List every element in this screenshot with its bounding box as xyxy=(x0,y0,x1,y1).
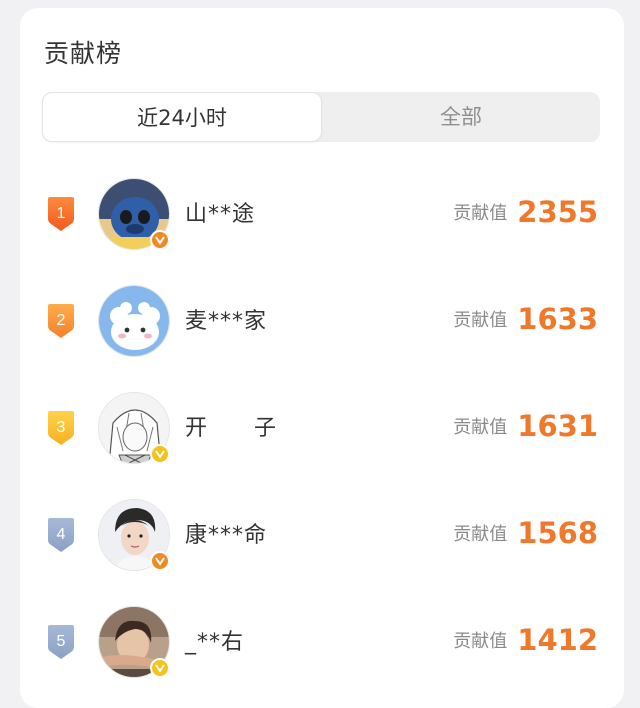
score-label: 贡献值 xyxy=(453,203,508,224)
score-value: 1633 xyxy=(517,302,598,336)
rank-badge-icon: 5 xyxy=(44,623,78,661)
rank-number: 3 xyxy=(57,419,66,436)
rank-number: 4 xyxy=(57,526,66,543)
rank-badge-icon: 2 xyxy=(44,302,78,340)
score-label: 贡献值 xyxy=(453,631,508,652)
rank-badge-icon: 4 xyxy=(44,516,78,554)
verified-badge-icon xyxy=(150,551,170,571)
score-value: 2355 xyxy=(517,195,598,229)
score-value: 1568 xyxy=(517,516,598,550)
rank-number: 5 xyxy=(57,633,66,650)
tab-bar: 近24小时 全部 xyxy=(42,92,600,142)
tab-all[interactable]: 全部 xyxy=(322,92,600,142)
contribution-card: 贡献榜 近24小时 全部 1 山**途 贡献值 2355 2 麦***家 贡献值… xyxy=(20,8,624,708)
score-label: 贡献值 xyxy=(453,524,508,545)
score: 贡献值 2355 xyxy=(453,192,598,232)
list-item[interactable]: 3 开 子 贡献值 1631 xyxy=(20,376,624,476)
avatar[interactable] xyxy=(98,499,170,571)
score-label: 贡献值 xyxy=(453,310,508,331)
verified-badge-icon xyxy=(150,230,170,250)
list-item[interactable]: 2 麦***家 贡献值 1633 xyxy=(20,269,624,369)
score-value: 1631 xyxy=(517,409,598,443)
list-item[interactable]: 1 山**途 贡献值 2355 xyxy=(20,162,624,262)
user-name[interactable]: 康***命 xyxy=(185,517,267,549)
user-name[interactable]: 山**途 xyxy=(185,196,255,228)
score: 贡献值 1568 xyxy=(453,513,598,553)
avatar[interactable] xyxy=(98,606,170,678)
verified-badge-icon xyxy=(150,658,170,678)
score: 贡献值 1633 xyxy=(453,299,598,339)
list-item[interactable]: 4 康***命 贡献值 1568 xyxy=(20,483,624,583)
rank-number: 2 xyxy=(57,312,66,329)
rank-badge-icon: 3 xyxy=(44,409,78,447)
page-title: 贡献榜 xyxy=(44,39,123,68)
avatar[interactable] xyxy=(98,392,170,464)
score-label: 贡献值 xyxy=(453,417,508,438)
user-name[interactable]: 麦***家 xyxy=(185,303,267,335)
user-name[interactable]: _**右 xyxy=(185,624,244,656)
score-value: 1412 xyxy=(517,623,598,657)
user-name[interactable]: 开 子 xyxy=(185,410,277,442)
rank-badge-icon: 1 xyxy=(44,195,78,233)
list-item[interactable]: 5 _**右 贡献值 1412 xyxy=(20,590,624,690)
score: 贡献值 1412 xyxy=(453,620,598,660)
verified-badge-icon xyxy=(150,444,170,464)
avatar[interactable] xyxy=(98,285,170,357)
score: 贡献值 1631 xyxy=(453,406,598,446)
tab-24-hours[interactable]: 近24小时 xyxy=(42,92,322,142)
avatar[interactable] xyxy=(98,178,170,250)
rank-number: 1 xyxy=(57,205,66,222)
